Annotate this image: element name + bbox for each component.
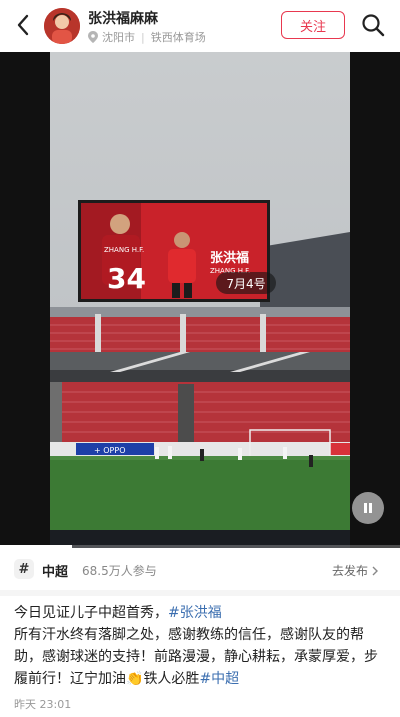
- note-detail-page: 张洪福麻麻 沈阳市 | 铁西体育场 关注 ZHANG H.F. 34 张洪福 Z…: [0, 0, 400, 717]
- pause-button[interactable]: [352, 492, 384, 524]
- location-city: 沈阳市: [102, 31, 135, 44]
- post-to-topic-button[interactable]: 去发布: [332, 562, 380, 579]
- scoreboard-name: 张洪福: [210, 250, 249, 266]
- topic-participants: 68.5万人参与: [82, 564, 157, 578]
- post-to-topic-label: 去发布: [332, 564, 369, 578]
- location-place: 铁西体育场: [150, 31, 206, 44]
- topic-hash-icon: #: [14, 559, 34, 579]
- back-button[interactable]: [10, 12, 36, 38]
- top-bar: 张洪福麻麻 沈阳市 | 铁西体育场 关注: [0, 0, 400, 52]
- date-badge: 7月4号: [216, 272, 276, 294]
- stadium-scene: ZHANG H.F. 34 张洪福 ZHANG H.F. + OPPO: [50, 200, 350, 530]
- hashtag-link[interactable]: #张洪福: [168, 605, 222, 621]
- topic-name[interactable]: 中超: [42, 561, 68, 580]
- caption-tail: 铁人必胜: [143, 671, 200, 687]
- avatar[interactable]: [44, 8, 80, 44]
- follow-button[interactable]: 关注: [281, 11, 345, 39]
- search-button[interactable]: [360, 12, 386, 38]
- pause-icon: [364, 503, 372, 513]
- video-frame[interactable]: ZHANG H.F. 34 张洪福 ZHANG H.F. + OPPO 7月4号: [50, 52, 350, 548]
- video-progress-bar[interactable]: [0, 545, 400, 548]
- post-timestamp: 昨天 23:01: [14, 698, 72, 711]
- media-viewer[interactable]: ZHANG H.F. 34 张洪福 ZHANG H.F. + OPPO 7月4号: [0, 52, 400, 548]
- jersey-name-text: ZHANG H.F.: [104, 246, 144, 254]
- chevron-right-icon: [372, 566, 379, 575]
- video-progress-fill: [0, 545, 72, 548]
- caption-line1: 今日见证儿子中超首秀，: [14, 605, 168, 621]
- topic-bar[interactable]: # 中超 68.5万人参与 去发布: [0, 552, 400, 588]
- search-icon: [362, 14, 385, 37]
- ad-board-text: + OPPO: [94, 446, 126, 455]
- hashtag-link[interactable]: #中超: [199, 671, 239, 687]
- location-separator: |: [141, 30, 145, 44]
- section-divider: [0, 590, 400, 596]
- author-name[interactable]: 张洪福麻麻: [88, 8, 158, 28]
- jersey-number-text: 34: [107, 262, 146, 295]
- post-caption: 今日见证儿子中超首秀，#张洪福 所有汗水终有落脚之处，感谢教练的信任，感谢队友的…: [14, 602, 388, 690]
- location-pin-icon: [88, 31, 98, 43]
- clap-emoji: 👏: [126, 671, 144, 687]
- back-arrow-icon: [17, 14, 29, 36]
- location-row[interactable]: 沈阳市 | 铁西体育场: [88, 29, 206, 45]
